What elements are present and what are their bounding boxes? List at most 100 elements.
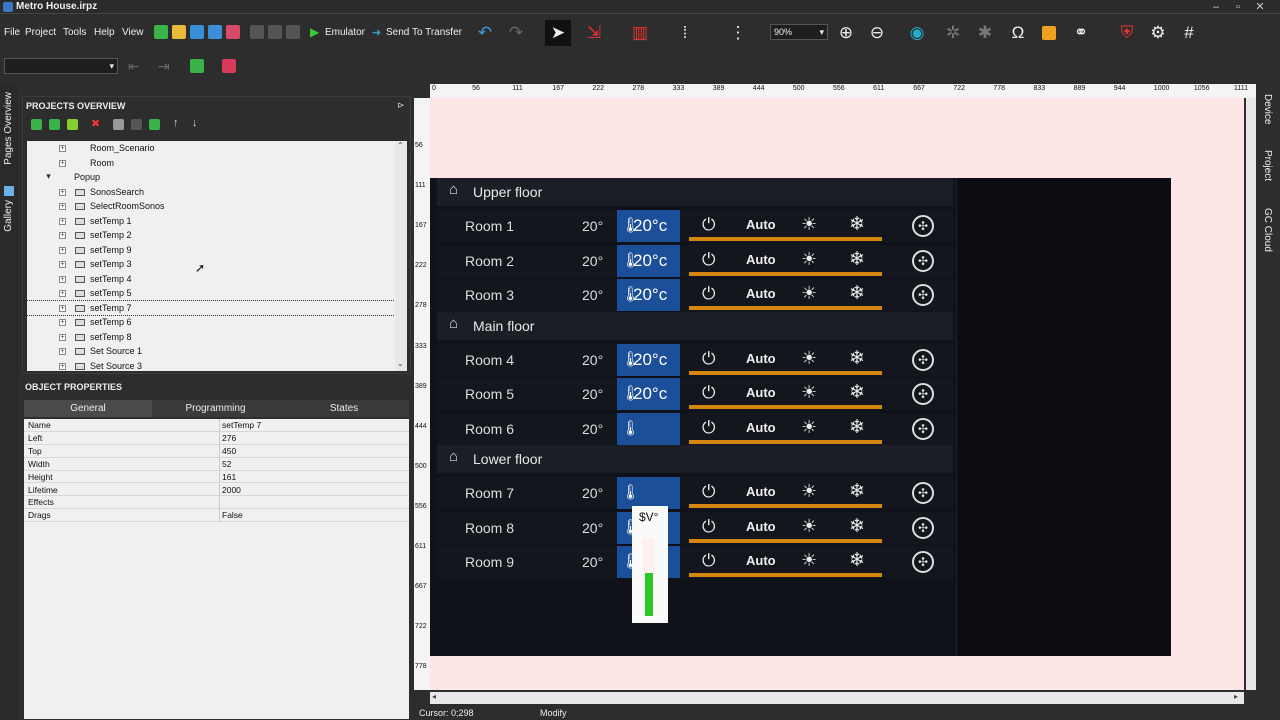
property-row[interactable]: Effects (24, 496, 409, 510)
multi-select-icon[interactable]: ⇲ (581, 20, 607, 46)
device-tab[interactable]: Device (1262, 94, 1273, 125)
property-value[interactable]: 2000 (219, 483, 241, 497)
emulator-button[interactable]: Emulator (325, 27, 365, 38)
maximize-button[interactable]: ▫ (1230, 1, 1246, 13)
chevron-down-icon[interactable]: ⌄ (397, 359, 404, 368)
select-pointer-icon[interactable]: ➤ (545, 20, 571, 46)
remove-shield-icon[interactable]: ⛨ (1114, 20, 1140, 46)
cool-mode-snowflake-icon[interactable]: ❄ (849, 248, 865, 271)
tree-item[interactable]: + SonosSearch (27, 185, 395, 200)
tree-expander-icon[interactable]: + (59, 304, 66, 312)
tree-expander-icon[interactable]: + (59, 333, 66, 341)
tree-expander-icon[interactable]: + (59, 319, 66, 326)
heat-mode-sun-icon[interactable]: ☀ (801, 214, 817, 235)
new-page-icon[interactable] (154, 25, 168, 39)
tree-expander-icon[interactable]: ▾ (45, 172, 52, 181)
hmi-page[interactable]: ⌂ Upper floor Room 1 20° 🌡 20°c ⏻ Auto ☀ ❄ ✣ Room 2… (430, 178, 1171, 656)
tree-item[interactable]: + Set Source 1 (27, 344, 395, 359)
send-to-transfer-button[interactable]: Send To Transfer (386, 27, 462, 38)
save-icon[interactable] (190, 25, 204, 39)
tree-item[interactable]: + SelectRoomSonos (27, 199, 395, 214)
settings-gear-icon[interactable]: ✲ (940, 20, 966, 46)
menu-project[interactable]: Project (25, 27, 56, 38)
fan-icon[interactable]: ✣ (912, 249, 934, 272)
tree-item[interactable]: + setTemp 7 (27, 299, 395, 316)
tree-expander-icon[interactable]: + (59, 261, 66, 268)
delete-icon[interactable]: ✖ (91, 117, 100, 130)
fan-icon[interactable]: ✣ (912, 417, 934, 440)
property-row[interactable]: Drags False (24, 509, 409, 523)
property-value[interactable]: setTemp 7 (219, 419, 261, 432)
tree-item[interactable]: + Set Source 3 (27, 359, 395, 372)
tree-expander-icon[interactable]: + (59, 362, 66, 370)
tree-expander-icon[interactable]: + (59, 348, 66, 355)
auto-mode-button[interactable]: Auto (746, 351, 776, 366)
next-page-icon[interactable]: ⇥ (158, 58, 170, 75)
heat-mode-sun-icon[interactable]: ☀ (801, 382, 817, 403)
power-button[interactable]: ⏻ (702, 418, 715, 438)
menu-file[interactable]: File (4, 27, 20, 38)
cool-mode-snowflake-icon[interactable]: ❄ (849, 213, 865, 236)
auto-mode-button[interactable]: Auto (746, 420, 776, 435)
auto-mode-button[interactable]: Auto (746, 286, 776, 301)
tree-item[interactable]: ▾ Popup (27, 170, 395, 185)
tree-expander-icon[interactable]: + (59, 246, 66, 254)
setpoint-button[interactable]: 🌡20°c (617, 210, 680, 242)
zoom-in-icon[interactable]: ⊕ (833, 20, 859, 46)
orange-module-icon[interactable] (1042, 26, 1056, 40)
heat-mode-sun-icon[interactable]: ☀ (801, 283, 817, 304)
grid-dots-icon[interactable]: ⋮ (725, 20, 751, 46)
setpoint-button[interactable]: 🌡20°c (617, 343, 680, 376)
power-button[interactable]: ⏻ (702, 250, 715, 270)
auto-mode-button[interactable]: Auto (746, 484, 776, 499)
add-folder-icon[interactable] (67, 119, 78, 130)
export-icon[interactable] (226, 25, 240, 39)
property-value[interactable]: False (219, 509, 243, 523)
setpoint-button[interactable]: 🌡 (617, 412, 680, 445)
redo-icon[interactable]: ↷ (503, 20, 529, 46)
paste-icon[interactable] (286, 25, 300, 39)
link-icon[interactable]: ⚭ (1068, 20, 1094, 46)
move-down-icon[interactable]: ↓ (192, 117, 198, 129)
power-button[interactable]: ⏻ (702, 383, 715, 403)
power-button[interactable]: ⏻ (702, 349, 715, 369)
power-button[interactable]: ⏻ (702, 517, 715, 537)
tree-scrollbar[interactable]: ⌃ ⌄ (395, 141, 407, 371)
open-folder-icon[interactable] (172, 25, 186, 39)
auto-mode-button[interactable]: Auto (746, 519, 776, 534)
chevron-right-icon[interactable]: ▸ (1234, 692, 1238, 701)
fan-icon[interactable]: ✣ (912, 551, 934, 573)
refresh-icon[interactable] (149, 119, 160, 130)
property-row[interactable]: Name setTemp 7 (24, 419, 409, 432)
tree-expander-icon[interactable]: + (59, 203, 66, 210)
heat-mode-sun-icon[interactable]: ☀ (801, 348, 817, 369)
save-all-icon[interactable] (208, 25, 222, 39)
tree-item[interactable]: + setTemp 4 (27, 272, 395, 287)
puzzle-icon[interactable]: ✱ (972, 20, 998, 46)
delete-page-icon[interactable] (222, 59, 236, 73)
previous-page-icon[interactable]: ⇤ (128, 58, 140, 75)
canvas-vertical-scrollbar[interactable] (1246, 98, 1256, 690)
minimize-button[interactable]: – (1208, 1, 1224, 13)
property-row[interactable]: Width 52 (24, 457, 409, 471)
grid-icon[interactable]: # (1176, 20, 1202, 46)
tab-programming[interactable]: Programming (152, 400, 279, 417)
setpoint-button[interactable]: 🌡 (617, 477, 680, 509)
globe-icon[interactable]: ◉ (904, 20, 930, 46)
project-tree[interactable]: + Room_Scenario + Room ▾ Popup + SonosSearch + Se… (27, 141, 395, 371)
distribute-icon[interactable]: ⁞ (672, 20, 698, 46)
move-up-icon[interactable]: ↑ (173, 117, 179, 129)
heat-mode-sun-icon[interactable]: ☀ (801, 516, 817, 537)
fan-icon[interactable]: ✣ (912, 383, 934, 405)
gallery-tab[interactable]: Gallery (3, 200, 14, 232)
property-row[interactable]: Top 450 (24, 444, 409, 458)
fan-icon[interactable]: ✣ (912, 348, 934, 371)
cool-mode-snowflake-icon[interactable]: ❄ (849, 347, 865, 370)
tree-expander-icon[interactable]: + (59, 290, 66, 297)
tree-item[interactable]: + setTemp 5 (27, 286, 395, 301)
fan-icon[interactable]: ✣ (912, 215, 934, 237)
tree-item[interactable]: + Room (27, 156, 395, 171)
page-select[interactable]: ▾ (4, 58, 118, 74)
property-value[interactable] (219, 496, 222, 510)
property-value[interactable]: 276 (219, 431, 236, 445)
